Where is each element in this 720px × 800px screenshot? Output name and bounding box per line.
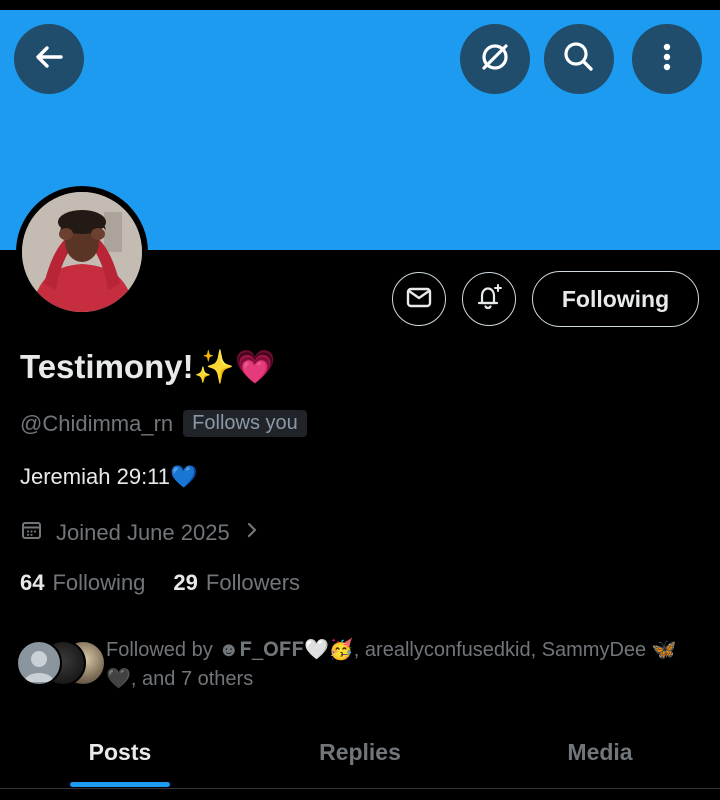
follow-counts: 64 Following 29 Followers bbox=[20, 570, 300, 596]
profile-bio: Jeremiah 29:11💙 bbox=[20, 464, 198, 489]
following-button[interactable]: Following bbox=[532, 271, 699, 327]
followers-count-link[interactable]: 29 Followers bbox=[173, 570, 300, 596]
tab-media[interactable]: Media bbox=[500, 722, 700, 782]
slashed-circle-icon bbox=[475, 37, 515, 82]
handle-row: @Chidimma_rn Follows you bbox=[20, 410, 307, 437]
follower-avatar-1 bbox=[16, 640, 62, 686]
top-strip bbox=[0, 0, 720, 10]
user-handle: @Chidimma_rn bbox=[20, 410, 174, 436]
follows-you-badge: Follows you bbox=[183, 410, 307, 437]
tab-posts[interactable]: Posts bbox=[20, 722, 220, 782]
followed-by-avatars[interactable] bbox=[16, 640, 106, 686]
calendar-icon bbox=[20, 518, 44, 547]
arrow-left-icon bbox=[31, 39, 67, 80]
more-options-button[interactable] bbox=[632, 24, 702, 94]
envelope-icon bbox=[404, 282, 434, 317]
joined-date-row[interactable]: Joined June 2025 bbox=[20, 518, 262, 547]
followers-label: Followers bbox=[205, 570, 301, 595]
profile-avatar[interactable] bbox=[16, 186, 148, 318]
active-tab-indicator bbox=[70, 782, 170, 787]
followers-count: 29 bbox=[173, 570, 198, 595]
following-label: Following bbox=[52, 570, 146, 595]
back-button[interactable] bbox=[14, 24, 84, 94]
tabs-divider bbox=[0, 788, 720, 789]
bell-plus-icon bbox=[473, 281, 505, 318]
grok-button[interactable] bbox=[460, 24, 530, 94]
search-icon bbox=[559, 37, 599, 82]
following-count: 64 bbox=[20, 570, 45, 595]
chevron-right-icon bbox=[242, 520, 262, 545]
avatar-photo bbox=[22, 192, 142, 312]
message-button[interactable] bbox=[392, 272, 446, 326]
search-button[interactable] bbox=[544, 24, 614, 94]
profile-tabs: Posts Replies Media bbox=[0, 722, 720, 788]
tab-replies[interactable]: Replies bbox=[260, 722, 460, 782]
more-vertical-icon bbox=[647, 37, 687, 82]
followed-by-text[interactable]: Followed by ☻𝐅_𝐎𝐅𝐅🤍🥳, areallyconfusedkid… bbox=[106, 636, 706, 694]
display-name: Testimony!✨💗 bbox=[20, 348, 276, 385]
following-count-link[interactable]: 64 Following bbox=[20, 570, 145, 596]
notifications-button[interactable] bbox=[462, 272, 516, 326]
joined-date: Joined June 2025 bbox=[56, 519, 230, 545]
